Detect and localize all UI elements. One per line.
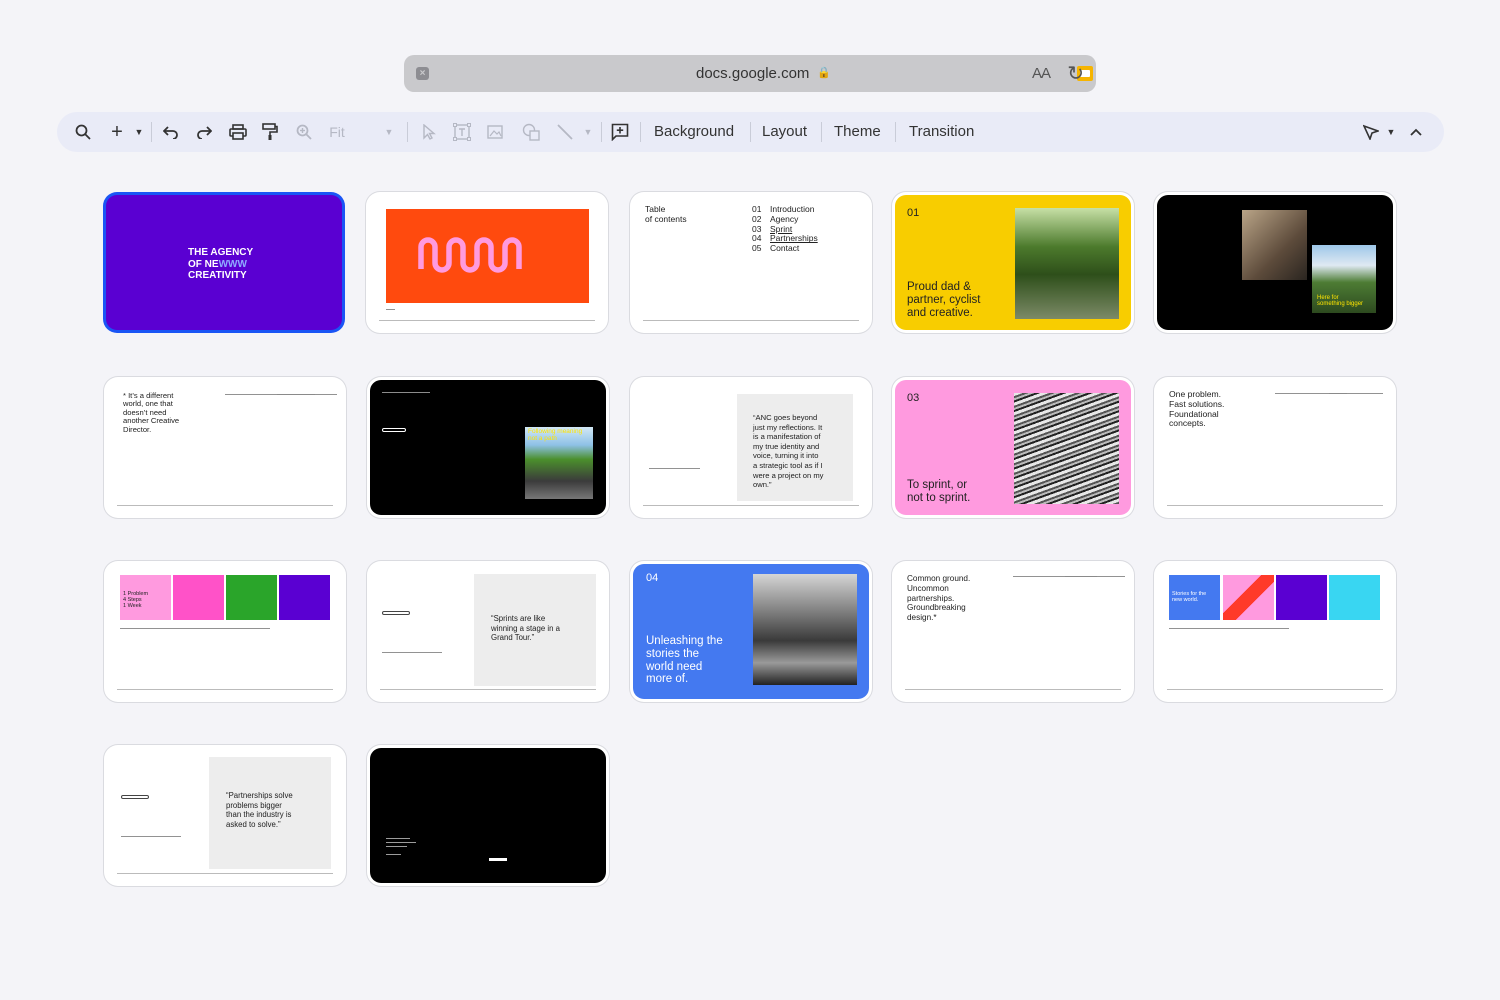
zoom-select[interactable]: Fit: [327, 112, 347, 152]
slide-thumbnail-9[interactable]: 03 To sprint, or not to sprint.: [895, 380, 1131, 515]
slide-thumbnail-4[interactable]: 01 Proud dad & partner, cyclist and crea…: [895, 195, 1131, 330]
slide-11-card-magenta: [173, 575, 224, 620]
slide-13-photo: [753, 574, 857, 685]
undo-icon[interactable]: [161, 112, 181, 152]
slide-11-card-purple: [279, 575, 330, 620]
slide-3-toc-list: 01 Introduction 02 Agency 03 Sprint 04 Partn…: [752, 204, 818, 254]
slide-17-contact-block: ▬▬▬▬▬▬▬▬ ▬▬▬▬▬▬▬▬▬▬ ▬▬▬▬▬▬▬ ▬▬▬▬▬: [386, 836, 416, 856]
slide-thumbnail-6[interactable]: * It’s a different world, one that doesn…: [107, 380, 343, 515]
slide-thumbnail-15[interactable]: Stories for the new world. ▬▬▬▬▬▬▬▬▬▬▬▬▬…: [1157, 564, 1393, 699]
slide-9-photo: [1014, 393, 1119, 504]
zoom-dropdown-icon[interactable]: ▼: [383, 112, 395, 152]
slide-13-number: 04: [646, 572, 659, 584]
reload-icon[interactable]: ↻: [1067, 61, 1084, 86]
search-icon[interactable]: [73, 112, 93, 152]
slide-15-card-cyan: [1329, 575, 1380, 620]
new-slide-dropdown-icon[interactable]: ▼: [133, 112, 145, 152]
slide-thumbnail-10[interactable]: One problem. Fast solutions. Foundationa…: [1157, 380, 1393, 515]
slide-11-card-text: 1 Problem 4 Steps 1 Week: [123, 591, 149, 609]
slide-7-caption: Following meaning not a path: [528, 428, 583, 442]
input-tools-icon[interactable]: [1361, 112, 1381, 152]
slide-12-tag: [382, 611, 410, 615]
slide-thumbnail-5[interactable]: Here for something bigger: [1157, 195, 1393, 330]
lock-icon: 🔒: [817, 67, 831, 79]
text-box-icon[interactable]: [451, 112, 473, 152]
slide-14-text: Common ground. Uncommon partnerships. Gr…: [907, 574, 971, 623]
slide-3-title: Table of contents: [645, 204, 687, 224]
slide-6-text: * It’s a different world, one that doesn…: [123, 391, 180, 434]
slide-thumbnail-11[interactable]: 1 Problem 4 Steps 1 Week ▬▬▬▬▬▬▬▬▬▬▬▬▬▬▬…: [107, 564, 343, 699]
paint-format-icon[interactable]: [260, 112, 280, 152]
slide-thumbnail-13[interactable]: 04 Unleashing the stories the world need…: [633, 564, 869, 699]
image-icon[interactable]: [485, 112, 505, 152]
slide-1-title: THE AGENCY OF NEWWW CREATIVITY: [188, 247, 254, 281]
input-tools-dropdown-icon[interactable]: ▼: [1385, 112, 1397, 152]
slide-thumbnail-8[interactable]: ▬▬▬▬▬▬▬▬▬▬▬▬▬▬▬▬▬ “ANC goes beyond just …: [633, 380, 869, 515]
text-size-button[interactable]: AA: [1032, 65, 1051, 82]
slide-5-caption: Here for something bigger: [1317, 295, 1364, 307]
slide-thumbnail-17[interactable]: ▬▬▬▬▬▬▬▬ ▬▬▬▬▬▬▬▬▬▬ ▬▬▬▬▬▬▬ ▬▬▬▬▬: [370, 748, 606, 883]
slide-15-card-pink: [1223, 575, 1274, 620]
shape-icon[interactable]: [520, 112, 542, 152]
zoom-icon[interactable]: [294, 112, 314, 152]
slide-4-photo: [1015, 208, 1119, 319]
slide-9-number: 03: [907, 392, 920, 404]
slide-4-number: 01: [907, 207, 920, 219]
slide-thumbnail-7[interactable]: ▬▬▬▬▬▬▬▬▬▬▬▬▬▬▬▬ Following meaning not a …: [370, 380, 606, 515]
url-text[interactable]: docs.google.com: [696, 65, 809, 82]
slide-15-card-purple: [1276, 575, 1327, 620]
slide-9-text: To sprint, or not to sprint.: [907, 479, 971, 504]
slide-10-text: One problem. Fast solutions. Foundationa…: [1169, 389, 1225, 429]
print-icon[interactable]: [227, 112, 249, 152]
slide-15-card-text: Stories for the new world.: [1172, 591, 1207, 603]
line-dropdown-icon[interactable]: ▼: [582, 112, 594, 152]
layout-button[interactable]: Layout: [762, 112, 807, 152]
slide-thumbnail-12[interactable]: ▬▬▬▬▬▬▬▬▬▬▬▬▬▬▬▬▬▬▬▬ “Sprints are like w…: [370, 564, 606, 699]
slide-13-text: Unleashing the stories the world need mo…: [646, 635, 723, 686]
theme-button[interactable]: Theme: [834, 112, 881, 152]
redo-icon[interactable]: [194, 112, 214, 152]
add-comment-icon[interactable]: [609, 112, 631, 152]
select-tool-icon[interactable]: [419, 112, 439, 152]
slide-7-tag: [382, 428, 406, 432]
slide-thumbnail-2[interactable]: ▬▬▬: [369, 195, 605, 330]
close-tab-icon[interactable]: ×: [416, 67, 429, 80]
slides-toolbar: + ▼ Fit ▼ ▼ Background Layout Theme Tran…: [57, 112, 1444, 152]
slide-thumbnail-16[interactable]: ▬▬▬▬▬▬▬▬▬▬▬▬▬▬▬▬▬▬▬▬ “Partnerships solve…: [107, 748, 343, 883]
collapse-toolbar-icon[interactable]: [1407, 112, 1425, 152]
slide-4-text: Proud dad & partner, cyclist and creativ…: [907, 281, 981, 319]
address-bar[interactable]: × docs.google.com 🔒 AA ↻: [404, 55, 1096, 92]
slide-16-quote: “Partnerships solve problems bigger than…: [226, 791, 293, 829]
line-icon[interactable]: [554, 112, 576, 152]
slide-thumbnail-3[interactable]: Table of contents 01 Introduction 02 Agenc…: [633, 195, 869, 330]
slide-17-logo: [489, 858, 507, 861]
slide-thumbnail-1[interactable]: THE AGENCY OF NEWWW CREATIVITY: [106, 195, 342, 330]
slide-5-photo-selfie: [1242, 210, 1307, 280]
slide-12-quote: “Sprints are like winning a stage in a G…: [491, 614, 560, 643]
new-slide-icon[interactable]: +: [107, 112, 127, 152]
slide-2-wave-logo: [418, 237, 522, 273]
slide-8-quote: “ANC goes beyond just my reflections. It…: [753, 413, 824, 490]
background-button[interactable]: Background: [654, 112, 734, 152]
slide-11-card-green: [226, 575, 277, 620]
slide-thumbnail-14[interactable]: Common ground. Uncommon partnerships. Gr…: [895, 564, 1131, 699]
slide-16-tag: [121, 795, 149, 799]
transition-button[interactable]: Transition: [909, 112, 974, 152]
